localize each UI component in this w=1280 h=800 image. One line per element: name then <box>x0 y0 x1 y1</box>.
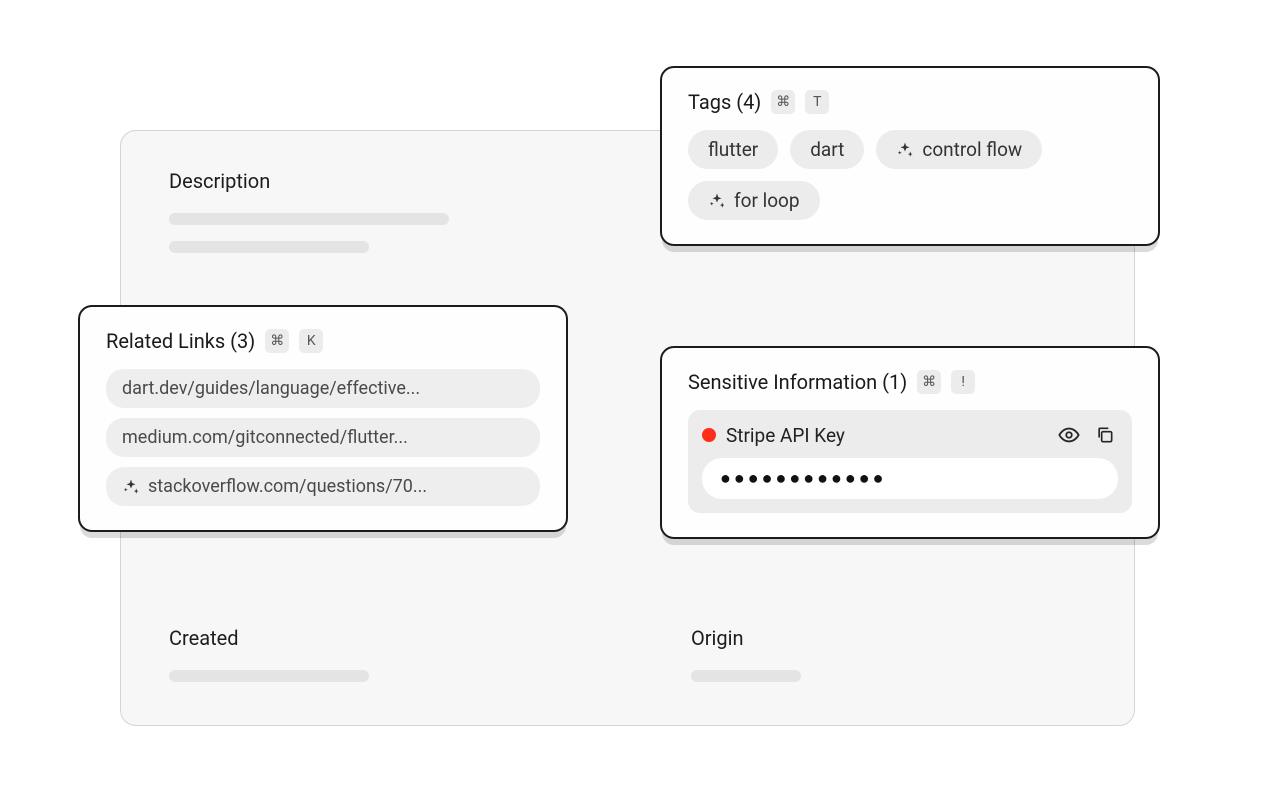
related-link-item[interactable]: dart.dev/guides/language/effective... <box>106 369 540 408</box>
ai-sparkle-icon <box>708 192 726 210</box>
tags-row: flutter dart control flow for loop <box>688 130 1132 220</box>
tag-label: control flow <box>922 138 1022 161</box>
secret-masked-value[interactable]: ●●●●●●●●●●●● <box>702 458 1118 499</box>
sensitive-title: Sensitive Information (1) <box>688 370 907 394</box>
copy-button[interactable] <box>1092 422 1118 448</box>
secret-header-row: Stripe API Key <box>702 422 1118 448</box>
created-title: Created <box>169 626 369 650</box>
copy-icon <box>1095 425 1115 445</box>
related-links-header: Related Links (3) ⌘ K <box>106 329 540 353</box>
tag-pill[interactable]: control flow <box>876 130 1042 169</box>
eye-icon <box>1058 424 1080 446</box>
related-links-title: Related Links (3) <box>106 329 255 353</box>
tag-label: for loop <box>734 189 800 212</box>
link-text: medium.com/gitconnected/flutter... <box>122 427 408 448</box>
tag-pill[interactable]: for loop <box>688 181 820 220</box>
secret-item: Stripe API Key ●●●●●●●●●●●● <box>688 410 1132 513</box>
description-section: Description <box>169 169 449 253</box>
tags-title: Tags (4) <box>688 90 761 114</box>
origin-title: Origin <box>691 626 801 650</box>
tag-pill[interactable]: dart <box>790 130 864 169</box>
origin-section: Origin <box>691 626 801 682</box>
tag-label: dart <box>810 138 844 161</box>
tag-label: flutter <box>708 138 758 161</box>
secret-indicator-dot <box>702 428 716 442</box>
sensitive-info-card: Sensitive Information (1) ⌘ ! Stripe API… <box>660 346 1160 539</box>
description-title: Description <box>169 169 449 193</box>
related-link-item[interactable]: stackoverflow.com/questions/70... <box>106 467 540 506</box>
shortcut-key: ! <box>951 370 975 394</box>
shortcut-mod-key: ⌘ <box>265 329 289 353</box>
link-text: dart.dev/guides/language/effective... <box>122 378 420 399</box>
tag-pill[interactable]: flutter <box>688 130 778 169</box>
created-placeholder-line <box>169 670 369 682</box>
shortcut-key: T <box>805 90 829 114</box>
description-placeholder-line <box>169 241 369 253</box>
ai-sparkle-icon <box>122 478 140 496</box>
shortcut-mod-key: ⌘ <box>917 370 941 394</box>
related-links-card: Related Links (3) ⌘ K dart.dev/guides/la… <box>78 305 568 532</box>
tags-header: Tags (4) ⌘ T <box>688 90 1132 114</box>
tags-card: Tags (4) ⌘ T flutter dart control flow f… <box>660 66 1160 246</box>
sensitive-header: Sensitive Information (1) ⌘ ! <box>688 370 1132 394</box>
related-link-item[interactable]: medium.com/gitconnected/flutter... <box>106 418 540 457</box>
shortcut-key: K <box>299 329 323 353</box>
created-section: Created <box>169 626 369 682</box>
secret-name: Stripe API Key <box>726 424 1046 447</box>
ai-sparkle-icon <box>896 141 914 159</box>
shortcut-mod-key: ⌘ <box>771 90 795 114</box>
reveal-button[interactable] <box>1056 422 1082 448</box>
description-placeholder-line <box>169 213 449 225</box>
link-text: stackoverflow.com/questions/70... <box>148 476 427 497</box>
origin-placeholder-line <box>691 670 801 682</box>
